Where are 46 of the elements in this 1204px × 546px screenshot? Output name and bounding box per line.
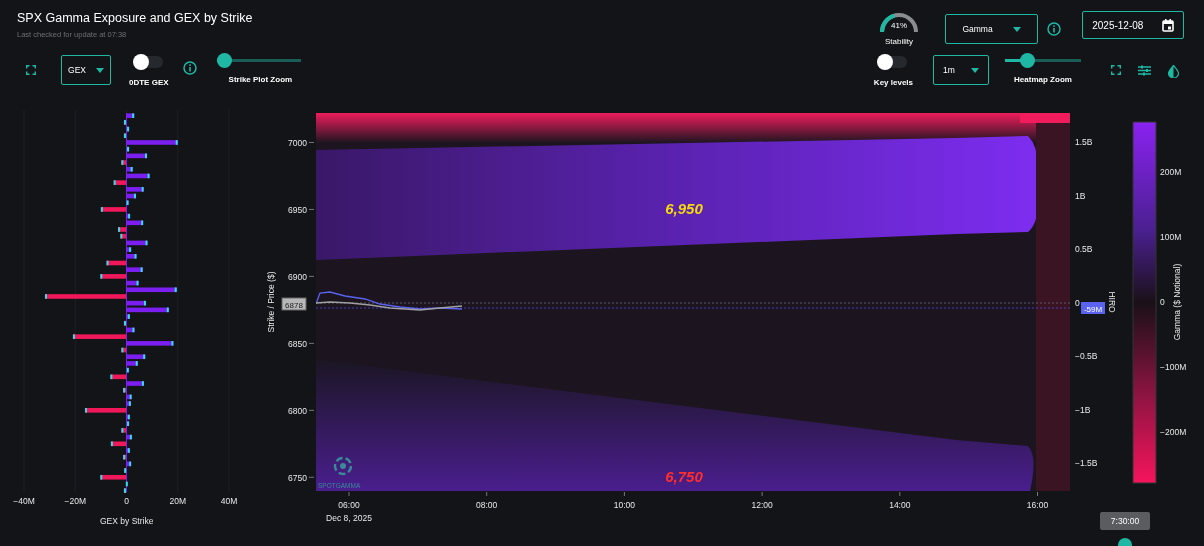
toggle-label: 0DTE GEX xyxy=(129,78,169,87)
time-tooltip: 7:30:00 xyxy=(1100,512,1150,530)
axis-tick-label: 6850 xyxy=(288,338,307,349)
date-label: Dec 8, 2025 xyxy=(326,513,372,523)
axis-tick-label: −1B xyxy=(1075,404,1091,415)
axis-tick-label: −200M xyxy=(1160,427,1187,437)
slider-label: Heatmap Zoom xyxy=(1014,75,1072,84)
axis-tick-label: −40M xyxy=(13,496,35,506)
axis-tick-label: 6750 xyxy=(288,472,307,483)
axis-tick-label: 1B xyxy=(1075,190,1086,201)
axis-tick-label: 16:00 xyxy=(1026,500,1049,510)
axis-tick-label: −1.5B xyxy=(1075,458,1098,468)
price-tag: 6878 xyxy=(281,297,307,311)
axis-tick-label: 20M xyxy=(169,496,186,506)
axis-tick-label: 0.5B xyxy=(1075,244,1093,254)
chart-title: SPX Gamma Exposure and GEX by Strike xyxy=(17,11,253,25)
axis-tick-label: −20M xyxy=(64,496,86,506)
axis-tick-label: −0.5B xyxy=(1075,351,1098,361)
axis-tick-label: 100M xyxy=(1160,232,1182,242)
axis-tick-label: 7000 xyxy=(288,137,307,148)
axis-tick-label: 40M xyxy=(220,496,238,506)
axis-title: HIRO xyxy=(1107,291,1117,313)
axis-tick-label: 6900 xyxy=(288,271,307,282)
axis-title: Gamma ($ Notional) xyxy=(1172,263,1182,341)
slider-label: Strike Plot Zoom xyxy=(228,75,294,84)
axis-tick-label: 08:00 xyxy=(476,500,498,510)
stability-value: 41% xyxy=(891,21,907,30)
axis-tick-label: −100M xyxy=(1160,362,1187,372)
stability-label: Stability xyxy=(885,37,913,46)
axis-tick-label: 0 xyxy=(1075,297,1080,308)
key-level-label: 6,950 xyxy=(665,200,703,217)
axis-tick-label: 0 xyxy=(1160,297,1165,307)
axis-title: GEX by Strike xyxy=(100,516,154,526)
axis-tick-label: 1.5B xyxy=(1075,137,1093,147)
axis-tick-label: 200M xyxy=(1160,167,1182,177)
axis-tick-label: 6800 xyxy=(288,405,307,416)
axis-title: Strike / Price ($) xyxy=(266,271,276,333)
axis-tick-label: 6950 xyxy=(288,204,307,215)
hiro-tag: -59M xyxy=(1081,302,1105,314)
axis-tick-label: 06:00 xyxy=(338,500,360,510)
axis-tick-label: 12:00 xyxy=(751,500,773,510)
toggle-label: Key levels xyxy=(873,78,913,87)
key-level-label: 6,750 xyxy=(665,468,703,485)
axis-tick-label: 0 xyxy=(124,496,129,506)
axis-tick-label: 10:00 xyxy=(613,500,636,510)
axis-tick-label: 14:00 xyxy=(889,500,911,510)
